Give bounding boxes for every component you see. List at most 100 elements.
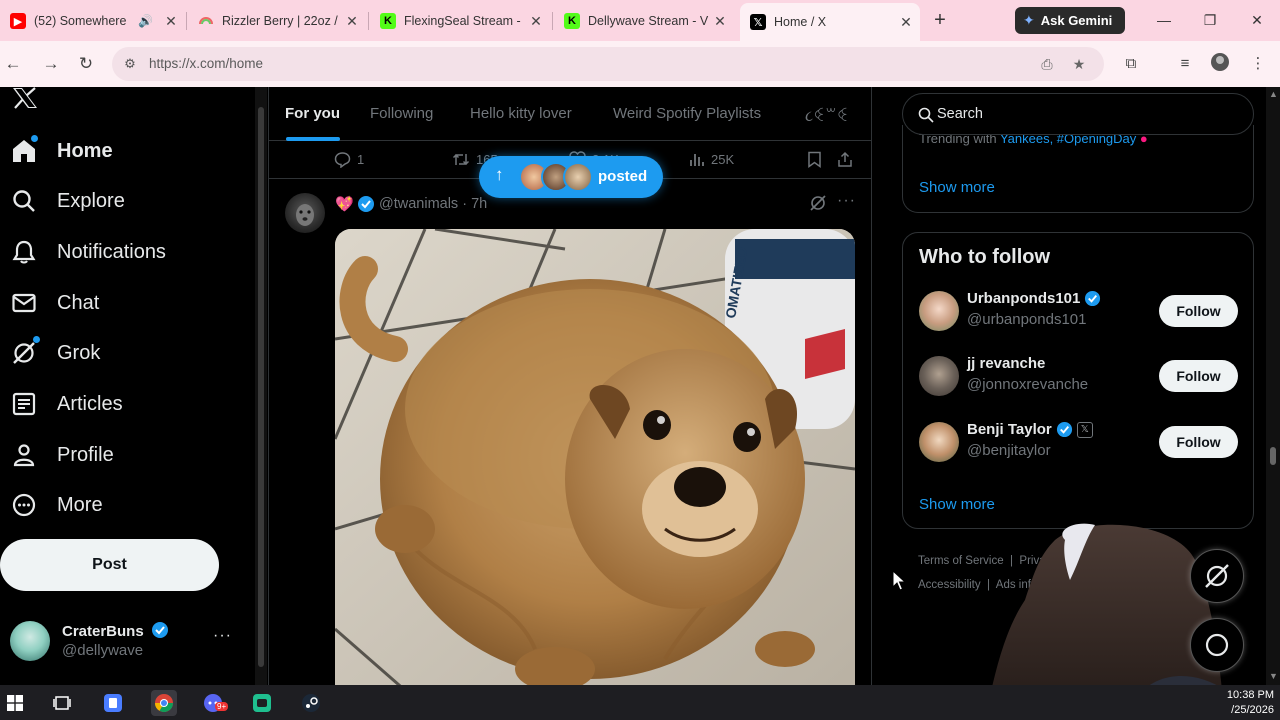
- site-info-icon[interactable]: ⚙: [122, 56, 138, 72]
- notification-badge: 9+: [215, 702, 229, 711]
- windows-start-icon[interactable]: [2, 690, 28, 716]
- nav-notifications[interactable]: Notifications: [0, 230, 250, 274]
- verified-badge-icon: [151, 622, 168, 638]
- task-view-icon[interactable]: [49, 690, 75, 716]
- avatar[interactable]: [919, 422, 959, 462]
- extensions-icon[interactable]: ⧉: [1120, 53, 1142, 75]
- profile-avatar-icon[interactable]: [1209, 53, 1231, 75]
- accessibility-link[interactable]: Accessibility: [918, 579, 981, 591]
- ask-gemini-button[interactable]: ✦ Ask Gemini: [1015, 7, 1125, 34]
- user-name[interactable]: Urbanponds101: [967, 290, 1101, 307]
- tab-for-you[interactable]: For you: [285, 105, 340, 122]
- grok-icon[interactable]: [809, 194, 827, 212]
- show-more-link[interactable]: Show more: [919, 179, 995, 196]
- messages-fab[interactable]: [1190, 618, 1244, 672]
- tweet-handle[interactable]: @twanimals · 7h: [379, 196, 487, 212]
- system-clock[interactable]: 10:38 PM /25/2026: [1218, 688, 1274, 718]
- show-more-link[interactable]: Show more: [919, 496, 995, 513]
- nav-grok[interactable]: Grok: [0, 331, 250, 375]
- nav-label: More: [57, 494, 103, 516]
- install-app-icon[interactable]: ⎙: [1038, 55, 1056, 73]
- browser-tab-youtube[interactable]: ▶ (52) Somewhere 🔊 ✕: [0, 6, 185, 36]
- nav-articles[interactable]: Articles: [0, 382, 250, 426]
- nav-home[interactable]: Home: [0, 129, 250, 173]
- tweet-image[interactable]: OMATIZED: [335, 229, 855, 685]
- tab-hello-kitty-lover[interactable]: Hello kitty lover: [470, 105, 572, 122]
- more-dots-icon[interactable]: ···: [837, 192, 856, 210]
- bookmark-button[interactable]: [807, 151, 828, 168]
- app-icon[interactable]: [100, 690, 126, 716]
- tweet[interactable]: 💖 @twanimals · 7h ··· OMATIZED: [269, 179, 871, 685]
- avatar[interactable]: [285, 193, 325, 233]
- close-icon[interactable]: ✕: [344, 13, 360, 30]
- browser-tab-dellywave[interactable]: K Dellywave Stream - V ✕: [554, 6, 734, 36]
- follow-suggestion[interactable]: Benji Taylor 𝕏 @benjitaylor Follow: [903, 412, 1255, 478]
- youtube-icon: ▶: [10, 13, 26, 29]
- search-input[interactable]: Search: [902, 93, 1254, 135]
- media-controls-icon[interactable]: ≡: [1174, 53, 1196, 75]
- browser-tab-x-home[interactable]: 𝕏 Home / X ✕: [740, 3, 920, 41]
- follow-button[interactable]: Follow: [1159, 295, 1238, 327]
- minimize-icon[interactable]: —: [1154, 10, 1174, 30]
- tab-following[interactable]: Following: [370, 105, 433, 122]
- close-icon[interactable]: ✕: [163, 13, 179, 30]
- more-dots-icon[interactable]: ···: [213, 627, 232, 645]
- scroll-up-icon[interactable]: ▲: [1269, 89, 1278, 99]
- steam-icon[interactable]: [298, 690, 324, 716]
- close-icon[interactable]: ✕: [712, 13, 728, 30]
- speaker-icon[interactable]: 🔊: [138, 14, 153, 28]
- search-icon: [13, 190, 35, 212]
- nav-explore[interactable]: Explore: [0, 179, 250, 223]
- x-logo-icon[interactable]: [12, 87, 40, 109]
- restore-icon[interactable]: ❐: [1200, 10, 1220, 30]
- user-name[interactable]: Benji Taylor 𝕏: [967, 421, 1093, 438]
- follow-button[interactable]: Follow: [1159, 426, 1238, 458]
- nav-chat[interactable]: Chat: [0, 281, 250, 325]
- back-icon[interactable]: ←: [2, 53, 24, 75]
- address-bar[interactable]: ⚙ https://x.com/home ⎙ ★: [112, 47, 1104, 81]
- new-tab-button[interactable]: +: [928, 8, 952, 32]
- views-button[interactable]: 25K: [689, 151, 734, 167]
- person-icon: [13, 444, 35, 467]
- user-name[interactable]: jj revanche: [967, 355, 1045, 372]
- account-switcher[interactable]: CraterBuns @dellywave ···: [10, 619, 245, 663]
- search-placeholder: Search: [937, 106, 983, 122]
- section-title: Who to follow: [919, 246, 1051, 268]
- reload-icon[interactable]: ↻: [75, 53, 97, 75]
- tab-label: Rizzler Berry | 22oz /: [222, 14, 338, 28]
- post-button[interactable]: Post: [0, 539, 219, 591]
- browser-tab-rizzler[interactable]: Rizzler Berry | 22oz / ✕: [188, 6, 366, 36]
- follow-suggestion[interactable]: Urbanponds101 @urbanponds101 Follow: [903, 281, 1255, 347]
- follow-suggestion[interactable]: jj revanche @jonnoxrevanche Follow: [903, 346, 1255, 412]
- bookmark-star-icon[interactable]: ★: [1070, 55, 1088, 73]
- nav-profile[interactable]: Profile: [0, 433, 250, 477]
- chrome-menu-icon[interactable]: ⋮: [1247, 53, 1269, 75]
- right-scrollbar[interactable]: ▲ ▼: [1266, 87, 1280, 685]
- grok-icon: [13, 342, 35, 364]
- nav-label: Profile: [57, 444, 114, 466]
- discord-icon[interactable]: 9+: [200, 690, 229, 716]
- avatar: [10, 621, 50, 661]
- close-window-icon[interactable]: ✕: [1247, 10, 1267, 30]
- user-handle: @jonnoxrevanche: [967, 376, 1089, 393]
- tab-kaomoji[interactable]: ૮ꒊ꒳ꒊ: [805, 105, 848, 125]
- browser-tab-flexingseal[interactable]: K FlexingSeal Stream - ✕: [370, 6, 550, 36]
- share-button[interactable]: [837, 151, 859, 168]
- gemini-label: Ask Gemini: [1040, 13, 1113, 28]
- avatar[interactable]: [919, 291, 959, 331]
- chrome-icon[interactable]: [151, 690, 177, 716]
- scroll-thumb[interactable]: [1270, 447, 1276, 465]
- avatar[interactable]: [919, 356, 959, 396]
- new-posts-pill[interactable]: ↑ posted: [479, 156, 663, 198]
- tab-weird-spotify-playlists[interactable]: Weird Spotify Playlists: [613, 105, 761, 122]
- obs-icon[interactable]: [249, 690, 275, 716]
- grok-fab[interactable]: [1190, 549, 1244, 603]
- close-icon[interactable]: ✕: [528, 13, 544, 30]
- forward-icon[interactable]: →: [40, 53, 62, 75]
- scroll-down-icon[interactable]: ▼: [1269, 671, 1278, 681]
- reply-button[interactable]: 1: [334, 151, 364, 168]
- nav-more[interactable]: More: [0, 483, 250, 527]
- left-scrollbar[interactable]: [255, 87, 267, 685]
- follow-button[interactable]: Follow: [1159, 360, 1238, 392]
- close-icon[interactable]: ✕: [898, 14, 914, 31]
